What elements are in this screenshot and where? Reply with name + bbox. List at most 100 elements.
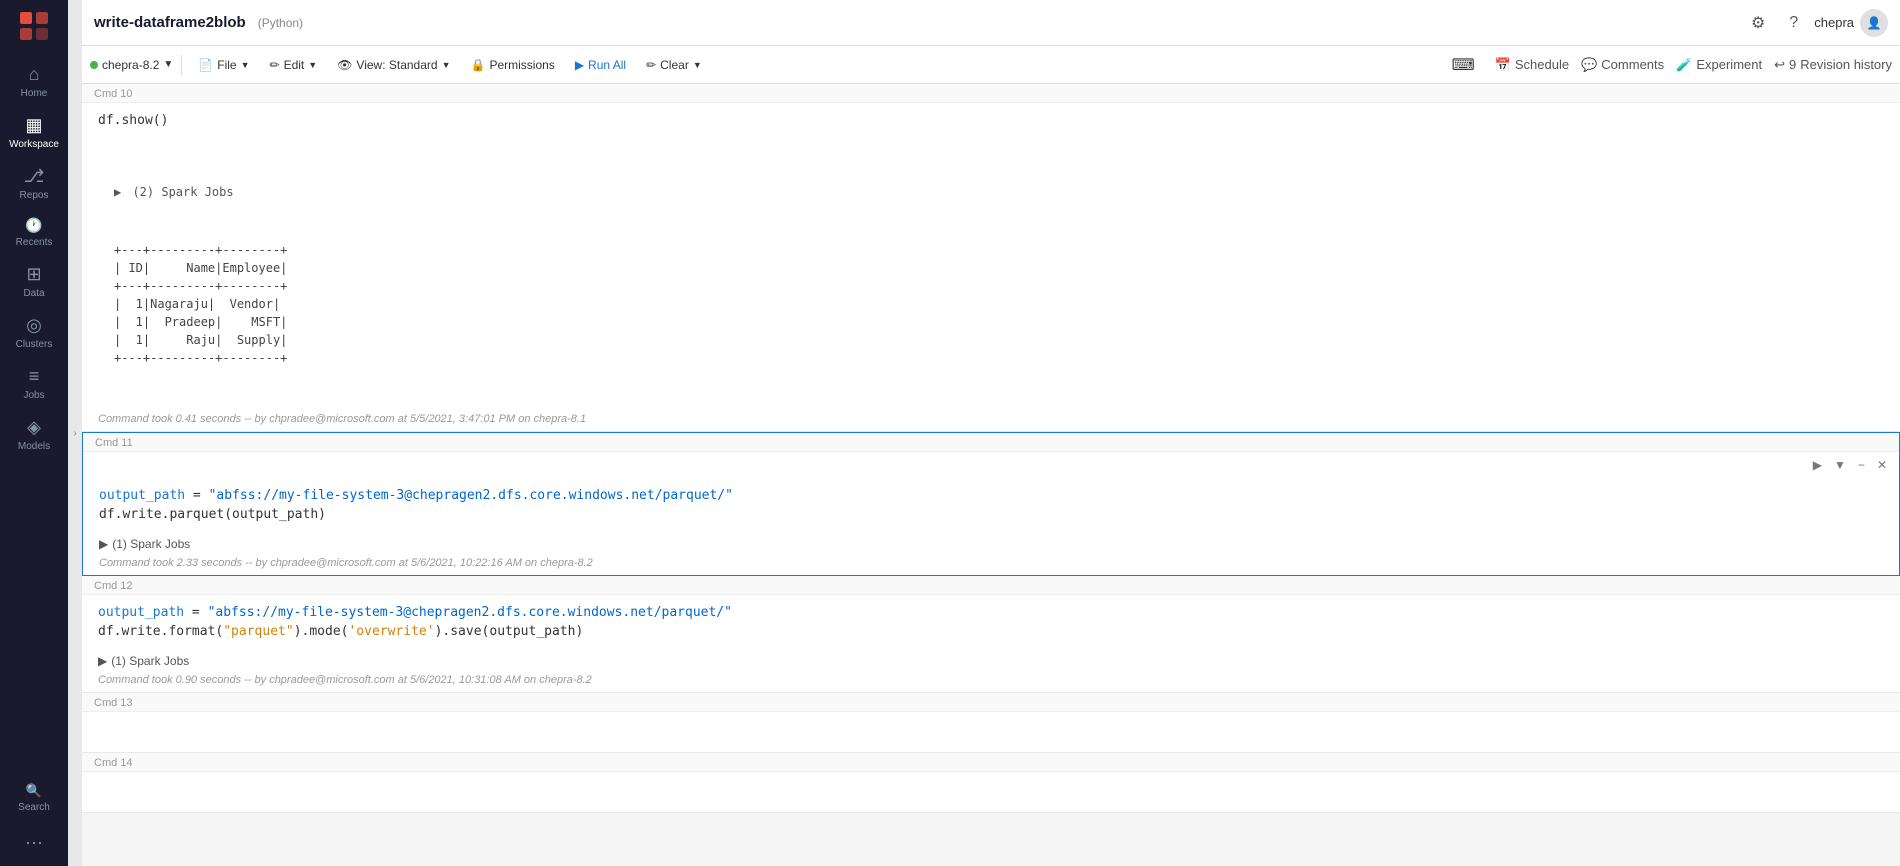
cell-12-cmd: Cmd 12 [82, 576, 1900, 595]
view-button[interactable]: 👁 View: Standard ▼ [329, 54, 458, 76]
cell-11-controls: ▶ ▼ − ✕ [83, 452, 1899, 478]
run-all-button[interactable]: ▶ Run All [567, 54, 634, 76]
spark-arrow-10: ▶ [114, 183, 121, 201]
repos-icon: ⎇ [24, 166, 45, 187]
cell-13-code[interactable] [82, 712, 1900, 752]
view-label: View: Standard [356, 58, 437, 72]
search-icon: 🔍 [26, 783, 42, 799]
cell-10-output: ▶ (2) Spark Jobs +---+---------+--------… [82, 139, 1900, 411]
file-label: File [217, 58, 236, 72]
sidebar-item-recents[interactable]: 🕐 Recents [0, 209, 68, 256]
sidebar-label-models: Models [18, 441, 50, 452]
comments-icon: 💬 [1581, 57, 1597, 73]
cell-13: Cmd 13 [82, 693, 1900, 753]
cell-14-cmd: Cmd 14 [82, 753, 1900, 772]
help-button[interactable]: ? [1781, 10, 1806, 36]
cell-minimize-button-11[interactable]: − [1854, 456, 1869, 474]
spark-jobs-10[interactable]: ▶ (2) Spark Jobs [98, 179, 1884, 205]
sidebar-item-workspace[interactable]: ▦ Workspace [0, 107, 68, 158]
models-icon: ◈ [27, 417, 41, 438]
app-logo[interactable] [16, 8, 52, 44]
sidebar-item-repos[interactable]: ⎇ Repos [0, 158, 68, 209]
main-area: write-dataframe2blob (Python) ⚙ ? chepra… [82, 0, 1900, 866]
sidebar-label-data: Data [23, 288, 44, 299]
edit-button[interactable]: ✏ Edit ▼ [262, 54, 326, 76]
sidebar-label-workspace: Workspace [9, 139, 59, 150]
data-icon: ⊞ [26, 264, 41, 285]
schedule-icon: 📅 [1495, 57, 1511, 73]
spark-jobs-label-11: (1) Spark Jobs [112, 537, 190, 551]
sidebar: ⌂ Home ▦ Workspace ⎇ Repos 🕐 Recents ⊞ D… [0, 0, 68, 866]
sidebar-item-home[interactable]: ⌂ Home [0, 56, 68, 107]
notebook-toolbar: chepra-8.2 ▼ 📄 File ▼ ✏ Edit ▼ 👁 View: S… [82, 46, 1900, 84]
experiment-button[interactable]: 🧪 Experiment [1676, 57, 1762, 73]
sidebar-label-jobs: Jobs [23, 390, 44, 401]
sidebar-label-repos: Repos [20, 190, 49, 201]
comments-button[interactable]: 💬 Comments [1581, 57, 1664, 73]
revision-label: Revision history [1800, 57, 1892, 72]
file-dropdown-icon: ▼ [241, 60, 250, 70]
clear-dropdown-icon: ▼ [693, 60, 702, 70]
view-dropdown-icon: ▼ [442, 60, 451, 70]
cell-close-button-11[interactable]: ✕ [1873, 456, 1891, 474]
cell-14: Cmd 14 [82, 753, 1900, 813]
run-cell-button-11[interactable]: ▶ [1809, 456, 1826, 474]
lock-icon: 🔒 [471, 58, 486, 72]
cell-11-cmd: Cmd 11 [83, 433, 1899, 452]
schedule-label: Schedule [1515, 57, 1569, 72]
sidebar-item-apps[interactable]: ⋯ [0, 825, 68, 866]
cell-10-cmd: Cmd 10 [82, 84, 1900, 103]
permissions-button[interactable]: 🔒 Permissions [463, 54, 563, 76]
cell-13-cmd: Cmd 13 [82, 693, 1900, 712]
user-avatar: 👤 [1860, 9, 1888, 37]
jobs-icon: ≡ [29, 366, 40, 387]
cell-12-code[interactable]: output_path = "abfss://my-file-system-3@… [82, 595, 1900, 650]
sidebar-item-jobs[interactable]: ≡ Jobs [0, 358, 68, 409]
sidebar-item-models[interactable]: ◈ Models [0, 409, 68, 460]
clear-button[interactable]: ✏ Clear ▼ [638, 54, 710, 76]
topbar: write-dataframe2blob (Python) ⚙ ? chepra… [82, 0, 1900, 46]
sidebar-label-home: Home [21, 88, 48, 99]
clear-label: Clear [660, 58, 689, 72]
clusters-icon: ◎ [26, 315, 42, 336]
sidebar-label-search: Search [18, 802, 50, 813]
keyboard-shortcuts-button[interactable]: ⌨ [1444, 51, 1483, 79]
run-all-label: Run All [588, 58, 626, 72]
sidebar-item-search[interactable]: 🔍 Search [0, 775, 68, 825]
notebook-lang: (Python) [258, 16, 303, 30]
revision-history-button[interactable]: ↩ 9 Revision history [1774, 57, 1892, 73]
cluster-dropdown-icon[interactable]: ▼ [163, 59, 173, 70]
cell-10-code[interactable]: df.show() [82, 103, 1900, 139]
username-label: chepra [1814, 15, 1854, 30]
sidebar-item-data[interactable]: ⊞ Data [0, 256, 68, 307]
cell-12: Cmd 12 output_path = "abfss://my-file-sy… [82, 576, 1900, 693]
cell-14-code[interactable] [82, 772, 1900, 812]
cell-10-time: Command took 0.41 seconds -- by chpradee… [82, 411, 1900, 431]
revision-icon: ↩ [1774, 57, 1785, 73]
spark-jobs-12[interactable]: ▶ (1) Spark Jobs [82, 650, 1900, 672]
cell-11-time: Command took 2.33 seconds -- by chpradee… [83, 555, 1899, 575]
spark-jobs-label-10: (2) Spark Jobs [125, 183, 233, 201]
sidebar-collapse-handle[interactable]: › [68, 0, 82, 866]
notebook-title: write-dataframe2blob [94, 14, 246, 31]
settings-button[interactable]: ⚙ [1743, 9, 1773, 37]
cell-11: Cmd 11 ▶ ▼ − ✕ output_path = "abfss://my… [82, 432, 1900, 576]
experiment-label: Experiment [1696, 57, 1762, 72]
permissions-label: Permissions [489, 58, 554, 72]
file-icon: 📄 [198, 58, 213, 72]
cell-11-code[interactable]: output_path = "abfss://my-file-system-3@… [83, 478, 1899, 533]
workspace-icon: ▦ [25, 115, 42, 136]
sidebar-item-clusters[interactable]: ◎ Clusters [0, 307, 68, 358]
file-button[interactable]: 📄 File ▼ [190, 54, 257, 76]
clear-icon: ✏ [646, 58, 656, 72]
cell-expand-button-11[interactable]: ▼ [1830, 456, 1850, 474]
cluster-selector[interactable]: chepra-8.2 ▼ [90, 58, 173, 72]
user-menu[interactable]: chepra 👤 [1814, 9, 1888, 37]
schedule-button[interactable]: 📅 Schedule [1495, 57, 1569, 73]
home-icon: ⌂ [29, 64, 40, 85]
cell-10: Cmd 10 df.show() ▶ (2) Spark Jobs +---+-… [82, 84, 1900, 432]
revision-count: 9 [1789, 57, 1796, 72]
spark-jobs-11[interactable]: ▶ (1) Spark Jobs [83, 533, 1899, 555]
run-all-icon: ▶ [575, 58, 584, 72]
cluster-status-dot [90, 61, 98, 69]
